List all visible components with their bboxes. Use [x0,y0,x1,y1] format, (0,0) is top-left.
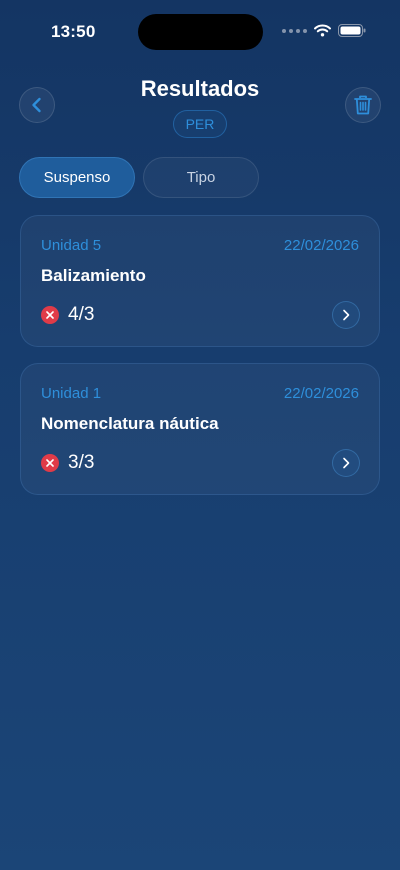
result-title: Nomenclatura náutica [41,414,219,433]
wifi-icon [314,24,331,37]
fail-x-icon [41,454,59,472]
fail-x-icon [41,306,59,324]
status-time: 13:50 [51,22,96,41]
filter-tabs: Suspenso Tipo [19,157,259,198]
chevron-right-icon [343,309,350,321]
result-title: Balizamiento [41,266,146,285]
open-result-button[interactable] [332,301,360,329]
score-value: 3/3 [68,452,95,473]
result-card[interactable]: Unidad 5 22/02/2026 Balizamiento 4/3 [20,215,380,347]
tab-suspenso[interactable]: Suspenso [19,157,135,198]
result-date: 22/02/2026 [283,385,359,402]
exam-type-badge: PER [173,110,227,138]
result-score: 4/3 [41,304,94,326]
result-score: 3/3 [41,452,94,474]
tab-tipo[interactable]: Tipo [143,157,259,198]
page-title: Resultados [140,76,260,101]
dynamic-island [138,14,263,50]
open-result-button[interactable] [332,449,360,477]
status-bar: 13:50 [0,0,400,60]
status-icons [282,24,366,37]
score-value: 4/3 [68,304,95,325]
result-unit: Unidad 1 [41,385,102,402]
chevron-right-icon [343,457,350,469]
trash-icon [354,95,372,115]
cellular-signal-icon [282,28,307,33]
result-date: 22/02/2026 [283,237,359,254]
header: Resultados PER [0,70,400,150]
delete-button[interactable] [345,87,381,123]
battery-icon [338,24,366,37]
result-card[interactable]: Unidad 1 22/02/2026 Nomenclatura náutica… [20,363,380,495]
result-unit: Unidad 5 [41,237,102,254]
